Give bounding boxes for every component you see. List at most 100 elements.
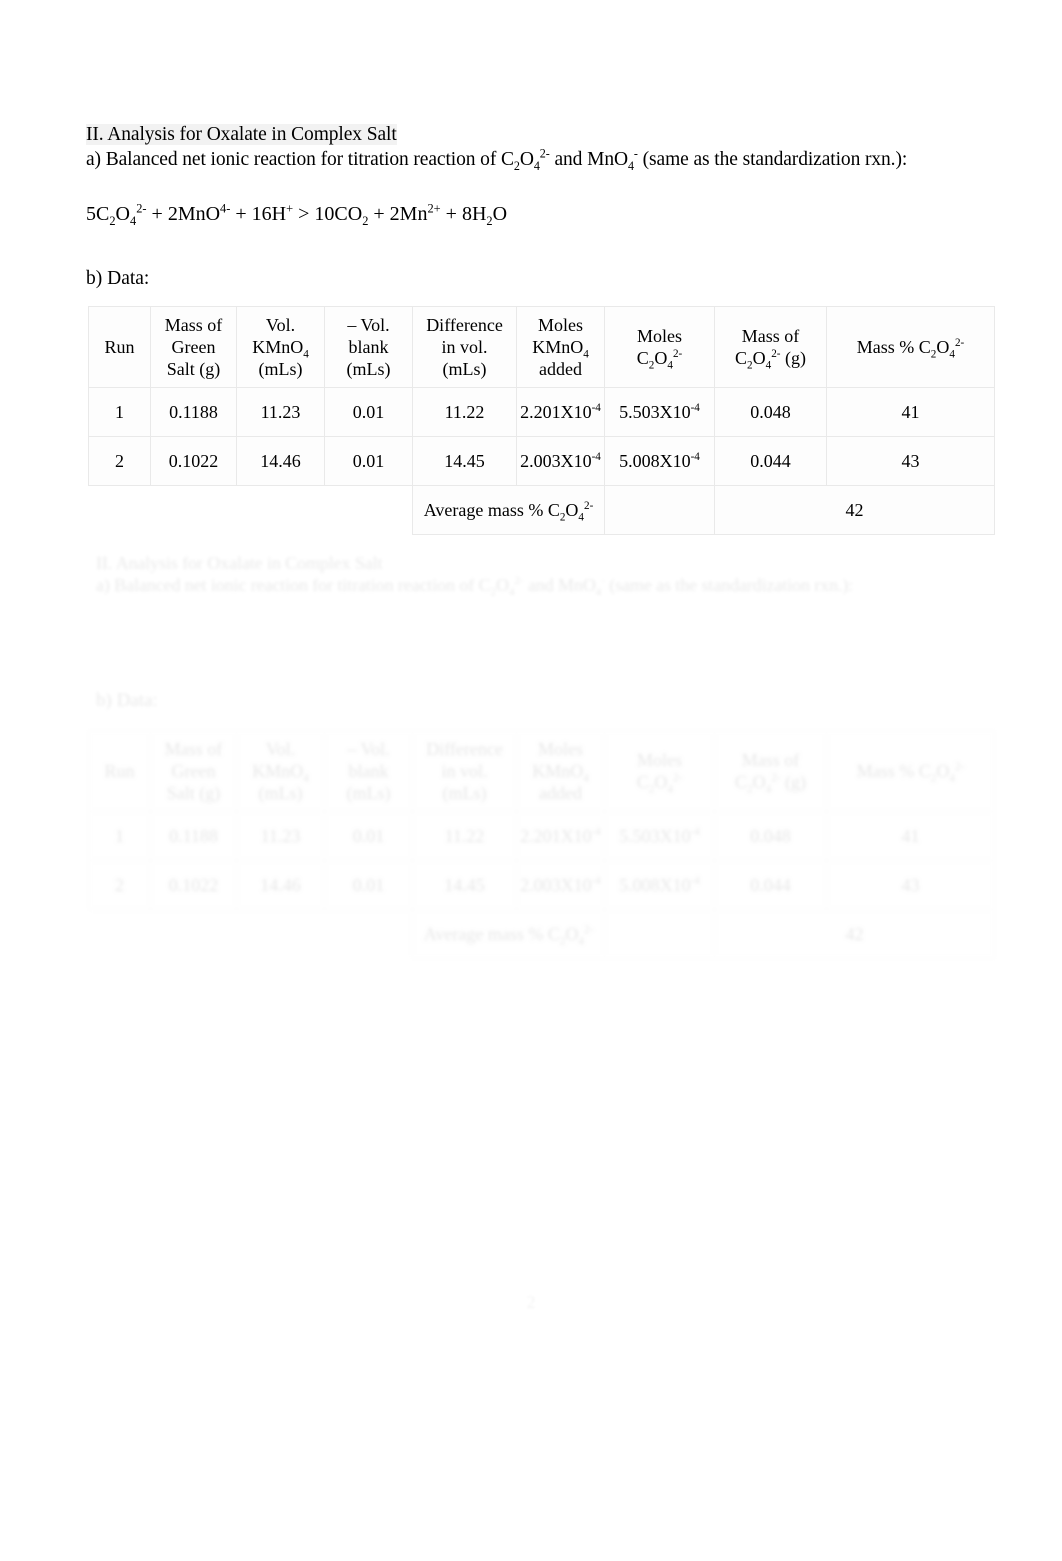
ghost-data-section-label: b) Data: <box>96 690 158 711</box>
ghost-header-vol-kmno4: Vol. KMnO4 (mLs) <box>236 730 325 812</box>
header-mass-green-salt: Mass of Green Salt (g) <box>150 306 237 388</box>
section-heading-text: II. Analysis for Oxalate in Complex Salt <box>86 124 397 145</box>
ghost-h-molkm-3: added <box>539 783 582 803</box>
ghost-sub-4: 4 <box>508 586 515 599</box>
cell-vol-blank: 0.01 <box>324 436 413 486</box>
cell-vol-kmno4: 11.23 <box>236 387 325 437</box>
ghost-h-molkm-2: KMnO <box>532 761 584 781</box>
ghost-cell-moles-oxalate: 5.008X10-4 <box>604 860 715 910</box>
ghost-h-vol-2: KMnO <box>252 761 304 781</box>
cell-mass-percent: 41 <box>826 387 995 437</box>
ghost-h-molkm-1: Moles <box>538 739 583 759</box>
header-blank-line1: – Vol. <box>347 315 390 335</box>
average-label-o: O <box>565 500 579 520</box>
ghost-h-massox-unit: (g) <box>784 772 806 792</box>
header-masspct-charge: 2- <box>954 337 965 349</box>
header-vol-line3: (mLs) <box>258 359 303 379</box>
eq-coef-4: 10CO <box>314 203 363 225</box>
cell-mass-oxalate: 0.048 <box>714 387 827 437</box>
document-page: II. Analysis for Oxalate in Complex Salt… <box>0 0 1062 1561</box>
part-a-sub-2: 2 <box>513 158 520 173</box>
ghost-h-masspct: Mass % C <box>856 761 931 781</box>
eq-coef-6: 8H <box>461 203 487 225</box>
cell-mass-percent: 43 <box>826 436 995 486</box>
ghost-h-mass-3: Salt (g) <box>166 783 221 803</box>
eq-charge-2: 4- <box>220 201 231 216</box>
cell-moles-oxalate-exp: -4 <box>690 402 700 414</box>
ghost-part-a-prefix: a) Balanced net ionic reaction for titra… <box>96 575 491 595</box>
ghost-average-label: Average mass % C2O42- <box>412 909 605 959</box>
ghost-h-masspct-s1: 2 <box>930 772 937 785</box>
part-a-tail: (same as the standardization rxn.): <box>642 149 908 170</box>
cell-mass-green-salt: 0.1022 <box>150 436 237 486</box>
table-average-row: Average mass % C2O42- 42 <box>89 485 995 535</box>
section-heading: II. Analysis for Oxalate in Complex Salt <box>86 122 986 147</box>
ghost-mno4-charge: - <box>601 575 605 587</box>
ghost-cell-mass-green-salt: 0.1188 <box>150 811 237 861</box>
ghost-cell-molkm-m: 2.201X10 <box>520 826 592 846</box>
average-value: 42 <box>714 485 995 535</box>
header-diff-line1: Difference <box>426 315 503 335</box>
ghost-cell-molkm-m: 2.003X10 <box>520 875 592 895</box>
eq-coef-5: 2Mn <box>389 203 428 225</box>
ghost-cell-mass-oxalate: 0.048 <box>714 811 827 861</box>
header-difference: Difference in vol. (mLs) <box>412 306 517 388</box>
header-molox-o: O <box>654 348 668 368</box>
header-vol-kmno4: Vol. KMnO4 (mLs) <box>236 306 325 388</box>
part-a-prefix: a) Balanced net ionic reaction for titra… <box>86 149 514 170</box>
header-molkm-sub: 4 <box>583 348 589 361</box>
ghost-h-massox-o: O <box>752 772 766 792</box>
ghost-cell-molkm-e: -4 <box>591 826 601 838</box>
ghost-part-a-line: a) Balanced net ionic reaction for titra… <box>96 575 854 599</box>
ghost-spacer-cell <box>150 909 237 959</box>
ghost-h-diff-2: in vol. <box>441 761 488 781</box>
ghost-avg-ch: 2- <box>583 924 594 936</box>
cell-vol-kmno4: 14.46 <box>236 436 325 486</box>
eq-plus-4: + <box>440 203 462 225</box>
table-row: 2 0.1022 14.46 0.01 14.45 2.003X10-4 5.0… <box>88 436 995 486</box>
ghost-header-mass-green-salt: Mass of Green Salt (g) <box>150 730 237 812</box>
header-mass-line1: Mass of <box>164 315 223 335</box>
ghost-h-molox-s1: 2 <box>648 783 655 796</box>
ghost-h-vol-1: Vol. <box>265 739 296 759</box>
spacer-cell <box>325 486 413 535</box>
eq-coef-1: 5C <box>86 203 110 225</box>
ghost-h-diff-3: (mLs) <box>442 783 487 803</box>
header-massox-line1: Mass of <box>741 326 800 346</box>
ghost-sub-2: 2 <box>490 586 497 599</box>
header-molox-line1: Moles <box>637 326 682 346</box>
ghost-header-moles-kmno4: Moles KMnO4 added <box>516 730 605 812</box>
eq-sub-2: 4 <box>130 214 137 228</box>
header-run: Run <box>88 306 151 388</box>
ghost-cell-moles-kmno4: 2.003X10-4 <box>516 860 605 910</box>
oxalate-data-table: Run Mass of Green Salt (g) Vol. KMnO4 (m… <box>88 306 995 535</box>
part-a-line: a) Balanced net ionic reaction for titra… <box>86 146 908 173</box>
ghost-h-massox-s1: 2 <box>747 783 753 796</box>
ghost-h-mass-1: Mass of <box>164 739 223 759</box>
eq-coef-2: 2MnO <box>167 203 221 225</box>
ghost-charge: 2- <box>514 575 524 587</box>
ghost-h-molox-s2: 4 <box>667 783 673 796</box>
ghost-header-moles-oxalate: Moles C2O42- <box>604 730 715 812</box>
cell-moles-oxalate: 5.503X10-4 <box>604 387 715 437</box>
header-mass-percent: Mass % C2O42- <box>826 306 995 388</box>
ghost-table-header-row: Run Mass of Green Salt (g) Vol. KMnO4 (m… <box>88 730 995 812</box>
cell-mass-green-salt: 0.1188 <box>150 387 237 437</box>
header-massox-sub2: 4 <box>765 359 772 372</box>
ghost-h-massox-s2: 4 <box>765 783 772 796</box>
header-massox-charge: 2- <box>771 348 781 360</box>
ghost-cell-molox-e: -4 <box>690 875 700 887</box>
ghost-average-label-text: Average mass % C <box>423 924 560 944</box>
ghost-part-a-mid: and MnO <box>527 575 596 595</box>
header-molkm-line2: KMnO <box>532 337 584 357</box>
cell-moles-kmno4-exp: -4 <box>591 402 601 414</box>
average-label-charge: 2- <box>583 500 594 512</box>
ghost-cell-molkm-e: -4 <box>591 875 601 887</box>
eq-elem-6: O <box>492 203 508 225</box>
cell-difference: 14.45 <box>412 436 517 486</box>
header-molox-sub2: 4 <box>667 359 673 372</box>
header-vol-line1: Vol. <box>265 315 296 335</box>
eq-coef-3: 16H <box>251 203 287 225</box>
ghost-header-mass-percent: Mass % C2O42- <box>826 730 995 812</box>
cell-moles-oxalate: 5.008X10-4 <box>604 436 715 486</box>
